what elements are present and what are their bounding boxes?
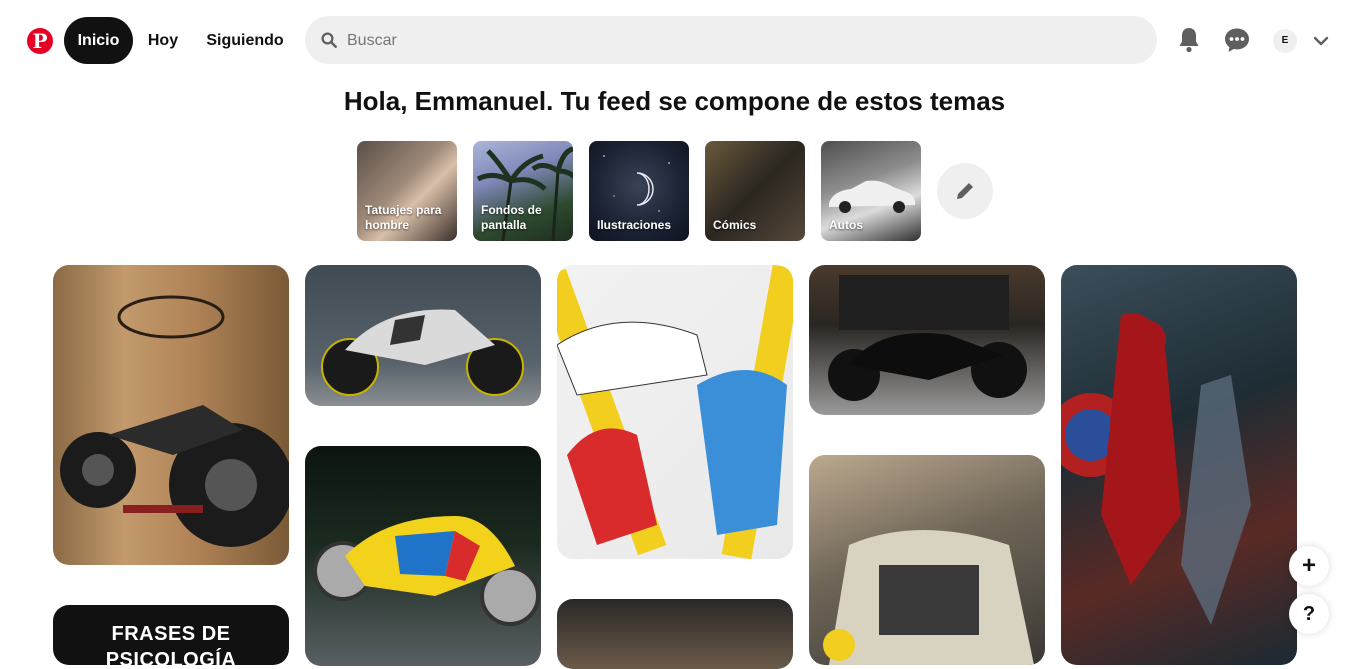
search-bar[interactable] xyxy=(305,16,1157,66)
edit-topics-button[interactable] xyxy=(937,163,993,219)
pin-text-title: FRASES DE xyxy=(111,623,231,645)
topic-card-tattoos[interactable]: Tatuajes para hombre xyxy=(357,141,457,241)
motorcycle-decoration xyxy=(321,309,524,396)
motorcycle-decoration xyxy=(60,295,289,547)
motorcycle-decoration xyxy=(313,516,540,626)
topic-card-illustrations[interactable]: Ilustraciones xyxy=(589,141,689,241)
car-decoration xyxy=(823,530,1034,665)
pin-motorcycle-workshop[interactable] xyxy=(53,265,289,565)
topic-card-cars[interactable]: Autos xyxy=(821,141,921,241)
pin-psychology-quotes[interactable]: FRASES DE PSICOLOGÍA xyxy=(53,605,289,665)
top-navigation-bar: P Inicio Hoy Siguiendo E xyxy=(0,0,1349,82)
topic-label: Autos xyxy=(829,218,863,232)
pin-text-subtitle: PSICOLOGÍA xyxy=(105,649,237,665)
nav-today-button[interactable]: Hoy xyxy=(137,17,189,64)
avatar[interactable]: E xyxy=(1273,29,1297,53)
pin-sneakers-illustration[interactable] xyxy=(557,265,793,559)
pin-deadpool-illustration[interactable] xyxy=(1061,265,1297,665)
topic-label: Cómics xyxy=(713,218,757,232)
pencil-icon xyxy=(957,183,973,199)
sneakers-decoration xyxy=(557,265,793,559)
pinterest-logo-icon[interactable]: P xyxy=(27,28,53,54)
nav-following-button[interactable]: Siguiendo xyxy=(197,17,293,64)
topic-card-comics[interactable]: Cómics xyxy=(705,141,805,241)
topic-label: Tatuajes para hombre xyxy=(365,203,442,232)
topic-label: Ilustraciones xyxy=(597,218,672,232)
pin-sport-motorcycle[interactable] xyxy=(305,265,541,406)
topic-label: Fondos de pantalla xyxy=(481,203,542,232)
search-input[interactable] xyxy=(345,16,1129,66)
add-button[interactable]: + xyxy=(1289,546,1329,586)
motorcycle-decoration xyxy=(828,275,1027,401)
pin-black-motorcycle[interactable] xyxy=(809,265,1045,415)
page-title: Hola, Emmanuel. Tu feed se compone de es… xyxy=(343,86,1006,116)
search-icon xyxy=(321,32,337,48)
bell-icon[interactable] xyxy=(1173,24,1205,56)
chevron-down-icon[interactable] xyxy=(1312,32,1330,50)
pin-car-garage[interactable] xyxy=(809,455,1045,665)
help-button[interactable]: ? xyxy=(1289,594,1329,634)
pin-tattoo[interactable] xyxy=(557,599,793,669)
chat-icon[interactable] xyxy=(1221,24,1253,56)
superhero-decoration xyxy=(1061,313,1251,625)
nav-home-button[interactable]: Inicio xyxy=(64,17,133,64)
pin-colorful-motorcycle[interactable] xyxy=(305,446,541,666)
topic-card-wallpapers[interactable]: Fondos de pantalla xyxy=(473,141,573,241)
